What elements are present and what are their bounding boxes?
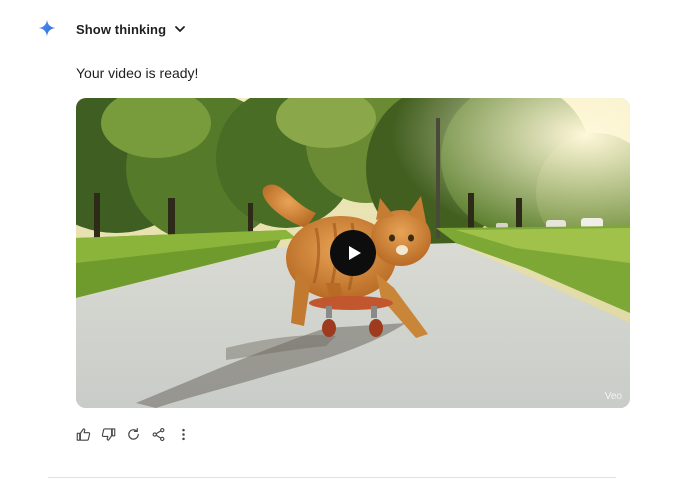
play-button[interactable] xyxy=(330,230,376,276)
share-icon xyxy=(152,427,165,441)
regenerate-icon xyxy=(128,427,139,440)
thumbs-down-button[interactable] xyxy=(100,426,117,443)
play-icon xyxy=(348,246,361,260)
divider xyxy=(48,477,616,478)
video-player[interactable]: Veo xyxy=(76,98,630,408)
thumbs-up-button[interactable] xyxy=(75,426,92,443)
thumbs-down-icon xyxy=(101,427,116,441)
response-message: Your video is ready! xyxy=(76,65,199,81)
chevron-down-icon xyxy=(175,26,186,32)
veo-watermark: Veo xyxy=(604,391,622,402)
more-options-button[interactable] xyxy=(175,426,192,443)
gemini-spark-icon xyxy=(38,19,56,37)
response-actions xyxy=(75,425,192,443)
share-button[interactable] xyxy=(150,426,167,443)
thumbs-up-icon xyxy=(76,427,91,441)
chat-response: Show thinking Your video is ready! Veo xyxy=(0,0,700,479)
more-options-icon xyxy=(182,428,185,440)
show-thinking-toggle[interactable]: Show thinking xyxy=(76,20,186,38)
show-thinking-label: Show thinking xyxy=(76,21,167,37)
regenerate-button[interactable] xyxy=(125,426,142,443)
